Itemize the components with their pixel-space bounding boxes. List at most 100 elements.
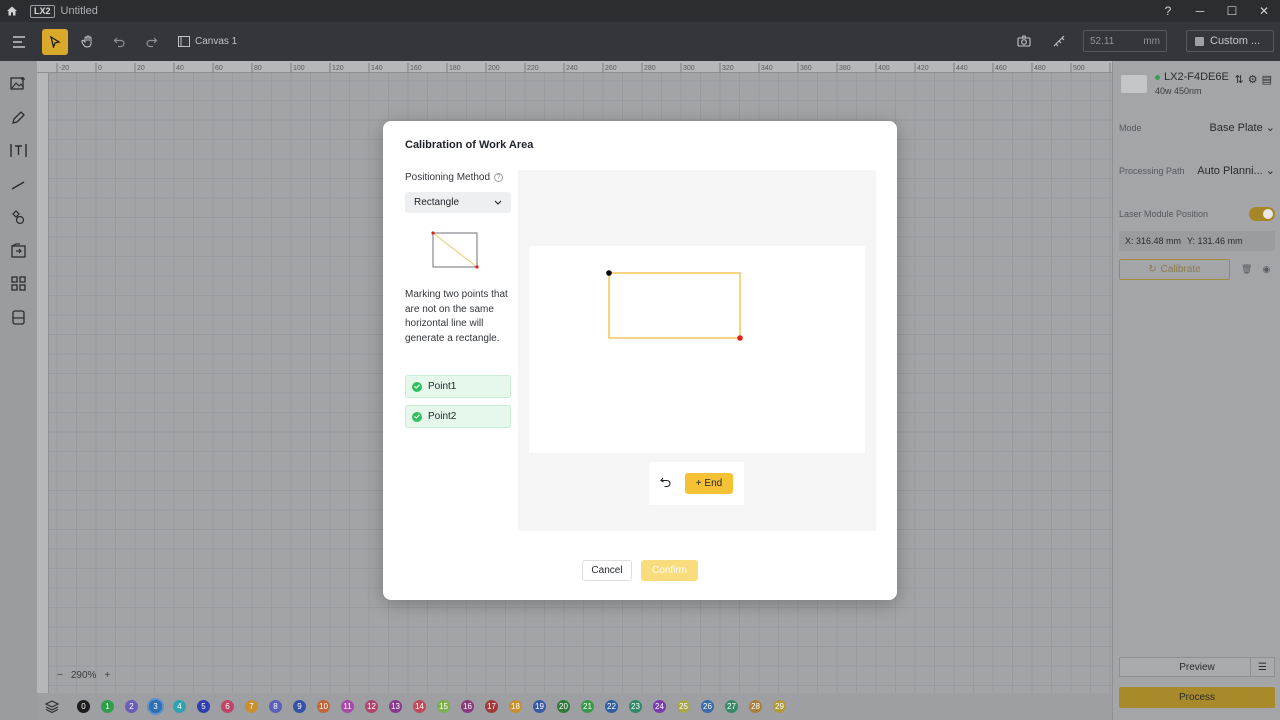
text-icon[interactable] [8,140,28,160]
preview-menu-icon[interactable]: ☰ [1250,658,1274,676]
zoom-in-button[interactable]: + [104,670,110,681]
grid-icon[interactable] [8,273,28,293]
check-icon [412,411,422,422]
color-layer-11[interactable]: 11 [341,700,354,713]
device-settings-icon[interactable]: ⚙ [1248,73,1258,86]
ruler-tick-label: 40 [176,65,184,72]
library-icon[interactable] [8,307,28,327]
color-layer-25[interactable]: 25 [677,700,690,713]
image-add-icon[interactable] [8,73,28,93]
select-icon[interactable] [42,28,68,55]
pen-icon[interactable] [8,107,28,127]
window-controls: ? ─ ☐ ✕ [1152,0,1280,22]
preview-button[interactable]: Preview ☰ [1119,657,1275,677]
process-button[interactable]: Process [1119,687,1275,708]
ruler-tick-label: 120 [332,65,344,72]
redo-icon[interactable] [138,29,164,55]
ruler-left [37,73,49,693]
ruler-tick-label: 400 [878,65,890,72]
size-unit: mm [1143,35,1160,47]
zoom-control: − 290% + [57,670,110,681]
minimize-button[interactable]: ─ [1184,0,1216,22]
trash-icon[interactable]: 🗑 [1241,264,1252,275]
ruler-tick-label: 300 [683,65,695,72]
zoom-out-button[interactable]: − [57,670,63,681]
color-layer-5[interactable]: 5 [197,700,210,713]
color-layer-4[interactable]: 4 [173,700,186,713]
color-layer-23[interactable]: 23 [629,700,642,713]
cancel-button[interactable]: Cancel [582,560,632,581]
layers-icon[interactable] [37,700,67,713]
path-select[interactable]: Auto Planni... ⌄ [1197,164,1275,177]
color-layer-22[interactable]: 22 [605,700,618,713]
menu-icon[interactable] [6,29,32,55]
color-layer-15[interactable]: 15 [437,700,450,713]
color-layer-12[interactable]: 12 [365,700,378,713]
eye-icon[interactable]: ◉ [1262,264,1270,275]
color-layer-21[interactable]: 21 [581,700,594,713]
ruler-tick-label: 440 [956,65,968,72]
color-layer-3[interactable]: 3 [149,700,162,713]
switch-device-icon[interactable]: ⇅ [1235,73,1244,86]
color-layer-1[interactable]: 1 [101,700,114,713]
color-layer-7[interactable]: 7 [245,700,258,713]
color-layer-2[interactable]: 2 [125,700,138,713]
tab-canvas-1[interactable]: Canvas 1 [178,36,237,47]
color-layer-26[interactable]: 26 [701,700,714,713]
color-layer-9[interactable]: 9 [293,700,306,713]
path-row[interactable]: Processing Path Auto Planni... ⌄ [1119,164,1275,177]
ruler-pen-icon[interactable] [1046,28,1072,54]
color-layer-17[interactable]: 17 [485,700,498,713]
color-layer-0[interactable]: 0 [77,700,90,713]
calibrate-button[interactable]: ↻ Calibrate [1119,259,1230,280]
hand-icon[interactable] [74,29,100,55]
calibrate-actions: 🗑 ◉ [1241,264,1270,275]
laser-position-toggle[interactable] [1249,207,1275,221]
device-card[interactable]: LX2-F4DE6E 40w 450nm [1121,71,1229,96]
color-layer-29[interactable]: 29 [773,700,786,713]
camera-icon[interactable] [1011,28,1037,54]
mode-select[interactable]: Base Plate ⌄ [1210,121,1275,134]
mode-row[interactable]: Mode Base Plate ⌄ [1119,121,1275,134]
end-button[interactable]: + End [685,473,733,494]
color-layer-27[interactable]: 27 [725,700,738,713]
undo-icon[interactable] [106,29,132,55]
color-layer-8[interactable]: 8 [269,700,282,713]
ruler-tick-label: 0 [98,65,102,72]
custom-material-button[interactable]: Custom ... [1186,30,1274,52]
color-layer-19[interactable]: 19 [533,700,546,713]
home-icon[interactable] [0,0,24,22]
point1-marker [606,270,612,276]
color-layer-6[interactable]: 6 [221,700,234,713]
import-icon[interactable] [8,240,28,260]
color-layer-16[interactable]: 16 [461,700,474,713]
ruler-tick-label: -20 [59,65,69,72]
positioning-method-select[interactable]: Rectangle [405,192,511,213]
color-layer-18[interactable]: 18 [509,700,522,713]
color-layer-20[interactable]: 20 [557,700,570,713]
device-info-icon[interactable]: ▤ [1262,73,1272,86]
color-layer-24[interactable]: 24 [653,700,666,713]
ruler-tick-label: 20 [137,65,145,72]
dialog-title: Calibration of Work Area [405,139,534,151]
close-button[interactable]: ✕ [1248,0,1280,22]
color-layer-10[interactable]: 10 [317,700,330,713]
color-layer-13[interactable]: 13 [389,700,402,713]
app-logo: LX2 [30,4,55,18]
calibration-work-area: + End [518,170,876,531]
maximize-button[interactable]: ☐ [1216,0,1248,22]
rectangle-method-illustration [431,231,479,269]
help-icon[interactable]: ? [494,173,504,182]
ruler-tick-label: 500 [1073,65,1085,72]
laser-coordinates: X: 316.48 mm Y: 131.46 mm [1119,231,1275,251]
ruler-tick-label: 100 [293,65,305,72]
color-layer-28[interactable]: 28 [749,700,762,713]
line-icon[interactable] [8,174,28,194]
size-input[interactable]: 52.11 mm [1083,30,1167,52]
base-plate-preview[interactable] [529,246,865,453]
confirm-button[interactable]: Confirm [641,560,698,581]
color-layer-14[interactable]: 14 [413,700,426,713]
undo-point-button[interactable] [658,474,674,490]
shape-icon[interactable] [8,207,28,227]
help-icon[interactable]: ? [1152,0,1184,22]
